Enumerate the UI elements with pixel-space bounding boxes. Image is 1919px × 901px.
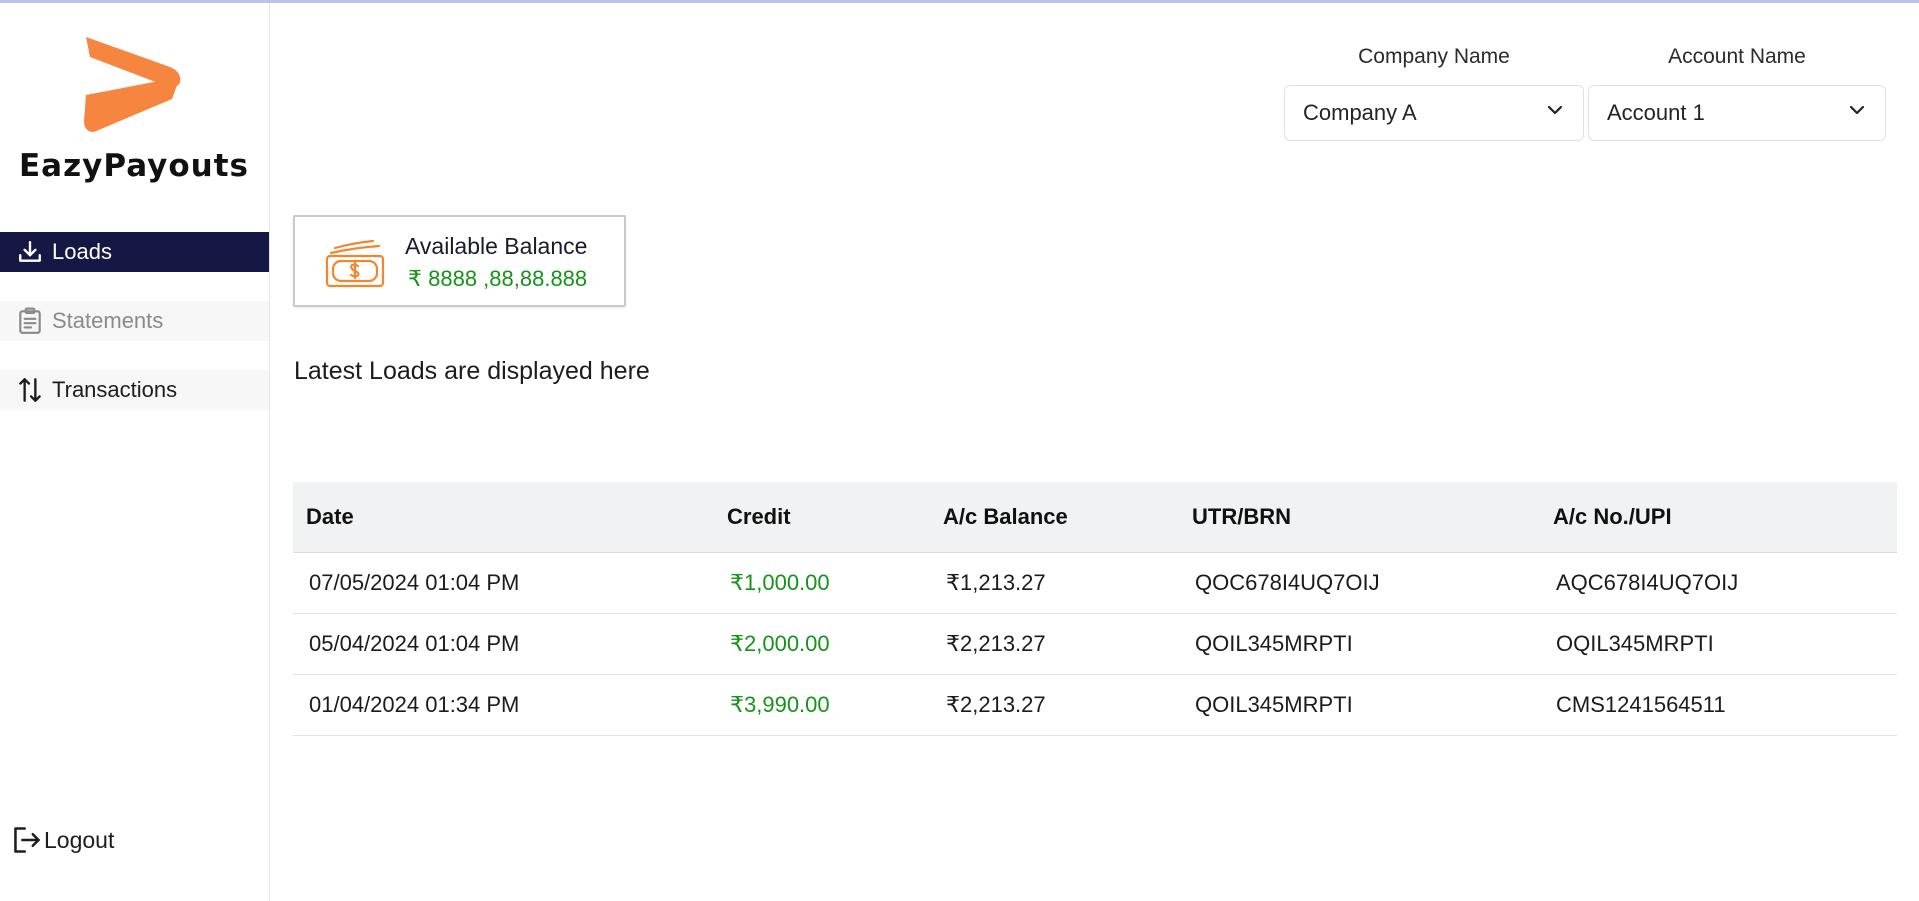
column-header-credit: Credit xyxy=(714,482,930,553)
table-header: Date Credit A/c Balance UTR/BRN A/c No./… xyxy=(293,482,1897,553)
table-row: 05/04/2024 01:04 PM ₹2,000.00 ₹2,213.27 … xyxy=(293,613,1897,675)
column-header-utr: UTR/BRN xyxy=(1179,482,1540,553)
column-header-account: A/c No./UPI xyxy=(1540,482,1897,553)
table-body: 07/05/2024 01:04 PM ₹1,000.00 ₹1,213.27 … xyxy=(293,552,1897,736)
page-heading: Latest Loads are displayed here xyxy=(294,357,650,385)
logout-icon xyxy=(12,825,42,855)
cell-balance: ₹2,213.27 xyxy=(930,674,1179,736)
table-row: 01/04/2024 01:34 PM ₹3,990.00 ₹2,213.27 … xyxy=(293,674,1897,736)
cell-date: 05/04/2024 01:04 PM xyxy=(293,613,714,675)
app-root: EazyPayouts Loads Statements Transaction… xyxy=(0,3,1919,901)
download-icon xyxy=(16,238,44,266)
account-select-value: Account 1 xyxy=(1607,100,1705,125)
sidebar-item-loads[interactable]: Loads xyxy=(0,232,269,272)
sidebar-item-transactions[interactable]: Transactions xyxy=(0,370,269,410)
company-label: Company Name xyxy=(1358,45,1510,68)
brand-name: EazyPayouts xyxy=(18,148,250,184)
cell-credit: ₹1,000.00 xyxy=(714,552,930,614)
logout-label: Logout xyxy=(44,826,115,853)
cell-date: 01/04/2024 01:34 PM xyxy=(293,674,714,736)
company-select[interactable]: Company A xyxy=(1284,85,1584,141)
logout-button[interactable]: Logout xyxy=(12,822,114,858)
cell-credit: ₹3,990.00 xyxy=(714,674,930,736)
sidebar-item-label: Transactions xyxy=(52,377,178,402)
chevron-down-icon xyxy=(1545,100,1565,126)
brand-logo-icon xyxy=(84,37,181,132)
sidebar: EazyPayouts Loads Statements Transaction… xyxy=(0,3,270,901)
cell-utr: QOIL345MRPTI xyxy=(1179,613,1540,675)
clipboard-icon xyxy=(16,307,44,335)
cell-account: CMS1241564511 xyxy=(1540,674,1897,736)
cash-icon xyxy=(325,239,385,288)
table-row: 07/05/2024 01:04 PM ₹1,000.00 ₹1,213.27 … xyxy=(293,552,1897,614)
brand: EazyPayouts xyxy=(0,33,270,193)
table-header-row: Date Credit A/c Balance UTR/BRN A/c No./… xyxy=(293,482,1897,553)
balance-value: ₹ 8888 ,88,88.888 xyxy=(408,266,588,291)
balance-title: Available Balance xyxy=(405,233,588,259)
sidebar-item-label: Statements xyxy=(52,308,164,333)
cell-account: AQC678I4UQ7OIJ xyxy=(1540,552,1897,614)
cell-balance: ₹2,213.27 xyxy=(930,613,1179,675)
account-select[interactable]: Account 1 xyxy=(1588,85,1886,141)
cell-balance: ₹1,213.27 xyxy=(930,552,1179,614)
cell-date: 07/05/2024 01:04 PM xyxy=(293,552,714,614)
account-selector-group: Account Name Account 1 xyxy=(1588,45,1886,141)
sidebar-item-statements[interactable]: Statements xyxy=(0,301,269,341)
column-header-balance: A/c Balance xyxy=(930,482,1179,553)
cell-account: OQIL345MRPTI xyxy=(1540,613,1897,675)
sidebar-item-label: Loads xyxy=(52,239,112,264)
balance-card: Available Balance ₹ 8888 ,88,88.888 xyxy=(293,215,626,307)
arrows-up-down-icon xyxy=(16,376,44,404)
loads-table: Date Credit A/c Balance UTR/BRN A/c No./… xyxy=(293,482,1897,736)
company-select-value: Company A xyxy=(1303,100,1417,125)
company-selector-group: Company Name Company A xyxy=(1284,45,1584,141)
account-label: Account Name xyxy=(1668,45,1806,68)
cell-credit: ₹2,000.00 xyxy=(714,613,930,675)
cell-utr: QOC678I4UQ7OIJ xyxy=(1179,552,1540,614)
cell-utr: QOIL345MRPTI xyxy=(1179,674,1540,736)
chevron-down-icon xyxy=(1847,100,1867,126)
column-header-date: Date xyxy=(293,482,714,553)
